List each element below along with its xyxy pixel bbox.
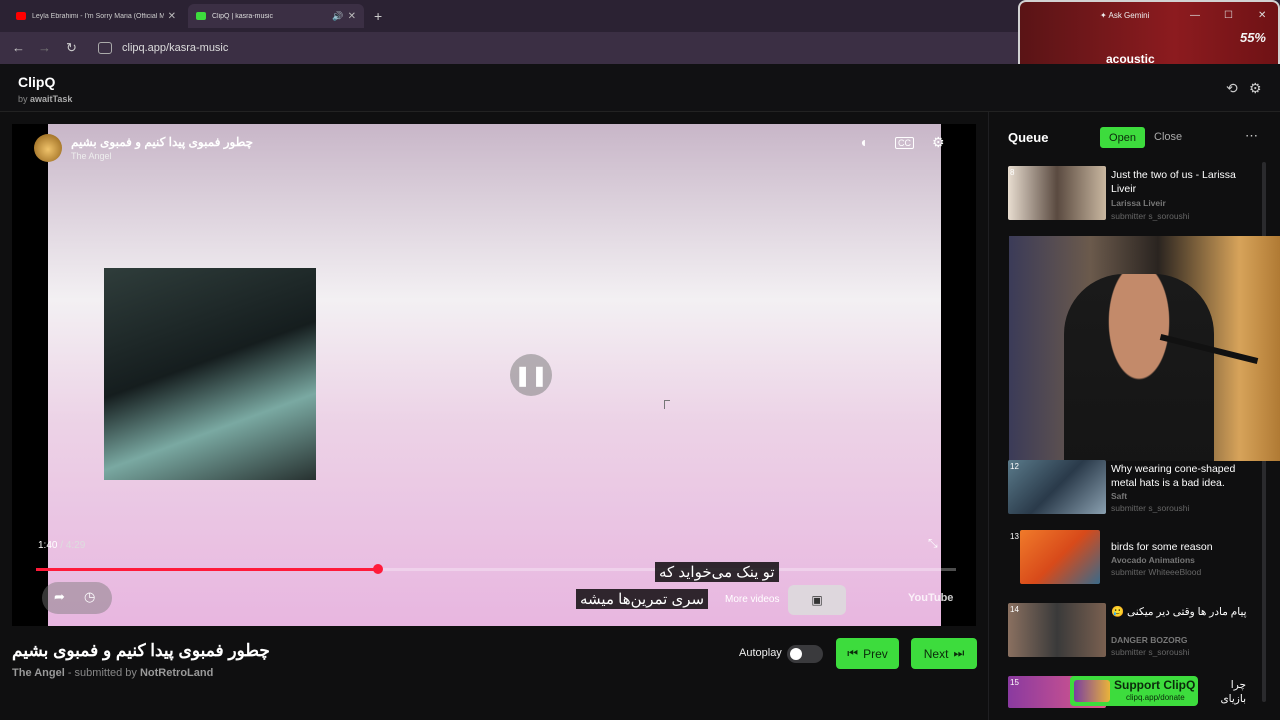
maximize-window-button[interactable]: ☐	[1224, 10, 1233, 21]
youtube-logo[interactable]: YouTube	[908, 592, 953, 604]
queue-item-title: Why wearing cone-shaped metal hats is a …	[1111, 463, 1236, 489]
queue-number: 8	[1010, 168, 1015, 177]
anime-character-image	[104, 268, 316, 480]
queue-thumbnail	[1020, 530, 1100, 584]
url-text: clipq.app/kasra-music	[122, 42, 229, 54]
queue-item-channel: Saft	[1111, 491, 1128, 501]
queue-number: 14	[1010, 605, 1019, 614]
subtitle-line-1: تو ینک می‌خواید که	[655, 562, 779, 582]
time-display: 1:40 / 4:29	[38, 540, 86, 551]
minimize-window-button[interactable]: —	[1190, 10, 1200, 21]
share-watchlater-group: ➦ ◷	[42, 582, 112, 614]
progress-bar[interactable]	[36, 564, 956, 574]
support-clipq-banner[interactable]: Support ClipQ clipq.app/donate	[1070, 676, 1198, 706]
panel-divider	[988, 112, 989, 720]
ask-gemini-label[interactable]: ✦ Ask Gemini	[1100, 11, 1149, 20]
video-meta: The Angel - submitted by NotRetroLand	[12, 667, 214, 679]
skip-next-icon: ⏭	[953, 646, 965, 660]
forward-button[interactable]: →	[38, 40, 51, 55]
mouse-cursor-icon	[664, 400, 670, 409]
queue-thumbnail	[1008, 166, 1106, 220]
toggle-knob	[790, 648, 802, 660]
pause-icon[interactable]: ❚❚	[510, 354, 552, 396]
more-videos-label[interactable]: More videos	[725, 594, 779, 605]
new-tab-button[interactable]: +	[374, 8, 382, 24]
queue-thumbnail	[1008, 603, 1106, 657]
queue-item[interactable]: 8 Just the two of us - Larissa Liveir La…	[1006, 166, 1252, 222]
close-window-button[interactable]: ✕	[1258, 10, 1266, 21]
queue-item-submitter: submitter WhiteeeBlood	[1111, 567, 1202, 577]
back-button[interactable]: ←	[12, 40, 25, 55]
app-header	[0, 64, 1280, 112]
streamer	[1064, 274, 1214, 461]
queue-item-channel: Larissa Liveir	[1111, 198, 1166, 208]
sliders-icon[interactable]: ⚙	[1249, 80, 1262, 97]
watch-later-icon[interactable]: ◷	[84, 589, 95, 605]
browser-tab-clipq[interactable]: ClipQ | kasra-music 🔊 ✕	[188, 4, 364, 28]
more-options-icon[interactable]: ⋯	[1245, 128, 1258, 144]
subtitle-line-2: سری تمرین‌ها میشه	[576, 589, 709, 609]
queue-item-submitter: submitter s_soroushi	[1111, 503, 1190, 513]
prev-label: Prev	[863, 646, 888, 661]
speaker-icon[interactable]: 🔊	[332, 11, 343, 22]
stream-overlay-widget: ✦ Ask Gemini — ☐ ✕ 55% acoustic	[1018, 0, 1280, 72]
queue-item-submitter: submitter s_soroushi	[1111, 211, 1190, 221]
video-title: چطور فمبوی پیدا کنیم و فمبوی بشیم	[12, 641, 270, 660]
queue-item[interactable]: 12 Why wearing cone-shaped metal hats is…	[1006, 460, 1252, 514]
queue-number: 12	[1010, 462, 1019, 471]
streamer-webcam	[1009, 236, 1280, 461]
queue-title: Queue	[1008, 130, 1049, 145]
queue-close-button[interactable]: Close	[1154, 131, 1182, 143]
autoplay-toggle[interactable]	[787, 645, 823, 663]
queue-number: 13	[1010, 532, 1019, 541]
support-title: Support ClipQ	[1114, 678, 1196, 692]
channel-avatar[interactable]	[34, 134, 62, 162]
settings-gear-icon[interactable]: ⚙	[932, 134, 945, 151]
history-icon[interactable]: ⟲	[1226, 80, 1238, 97]
queue-item-submitter: submitter s_soroushi	[1111, 647, 1190, 657]
queue-number: 15	[1010, 678, 1019, 687]
share-icon[interactable]: ➦	[54, 589, 65, 605]
video-frame[interactable]: ❚❚ YouTube	[48, 124, 953, 626]
autoplay-label: Autoplay	[739, 647, 782, 659]
tab-close-icon[interactable]: ✕	[348, 11, 356, 22]
queue-item[interactable]: 14 پیام مادر ها وقتی دیر میکنی 🥲 DANGER …	[1006, 603, 1252, 659]
queue-item-title: چرا بازیای	[1220, 679, 1246, 705]
support-url: clipq.app/donate	[1126, 693, 1185, 702]
tab-title: ClipQ | kasra-music	[212, 12, 273, 20]
progress-fill	[36, 568, 379, 571]
reload-button[interactable]: ↻	[66, 40, 77, 56]
prev-button[interactable]: ⏮ Prev	[836, 638, 899, 669]
support-artwork	[1074, 680, 1110, 702]
tab-title: Leyla Ebrahimi - I'm Sorry Maria (Offici…	[32, 12, 164, 20]
overlay-percent: 55%	[1239, 30, 1266, 45]
address-bar[interactable]: clipq.app/kasra-music	[94, 37, 714, 59]
queue-item[interactable]: 13 birds for some reason Avocado Animati…	[1006, 530, 1252, 586]
browser-tab-youtube[interactable]: Leyla Ebrahimi - I'm Sorry Maria (Offici…	[8, 4, 184, 28]
app-byline: by awaitTask	[18, 94, 73, 104]
queue-item-title: birds for some reason	[1111, 541, 1213, 553]
queue-open-button[interactable]: Open	[1100, 127, 1145, 148]
captions-button[interactable]: CC	[895, 137, 914, 149]
queue-thumbnail	[1008, 460, 1106, 514]
video-player[interactable]: ❚❚ YouTube چطور فمبوی پیدا کنیم و فمبوی …	[12, 124, 976, 626]
volume-icon[interactable]: ◖	[859, 134, 867, 150]
next-label: Next	[923, 646, 949, 661]
clipq-favicon-icon	[196, 12, 206, 20]
queue-item-title: پیام مادر ها وقتی دیر میکنی 🥲	[1111, 606, 1247, 618]
youtube-favicon-icon	[16, 12, 26, 20]
more-videos-button[interactable]: ▣	[788, 585, 846, 615]
queue-item-channel: DANGER BOZORG	[1111, 635, 1188, 645]
next-button[interactable]: Next ⏭	[911, 638, 977, 669]
app-brand[interactable]: ClipQ	[18, 74, 55, 90]
video-channel-overlay[interactable]: The Angel	[71, 151, 112, 161]
site-settings-icon[interactable]	[98, 42, 112, 54]
tab-close-icon[interactable]: ✕	[168, 11, 176, 22]
queue-item-title: Just the two of us - Larissa Liveir	[1111, 169, 1236, 195]
video-title-overlay[interactable]: چطور فمبوی پیدا کنیم و فمبوی بشیم	[71, 135, 253, 149]
skip-previous-icon: ⏮	[847, 646, 859, 660]
queue-item-channel: Avocado Animations	[1111, 555, 1195, 565]
expand-icon[interactable]: ⤡	[928, 536, 938, 551]
